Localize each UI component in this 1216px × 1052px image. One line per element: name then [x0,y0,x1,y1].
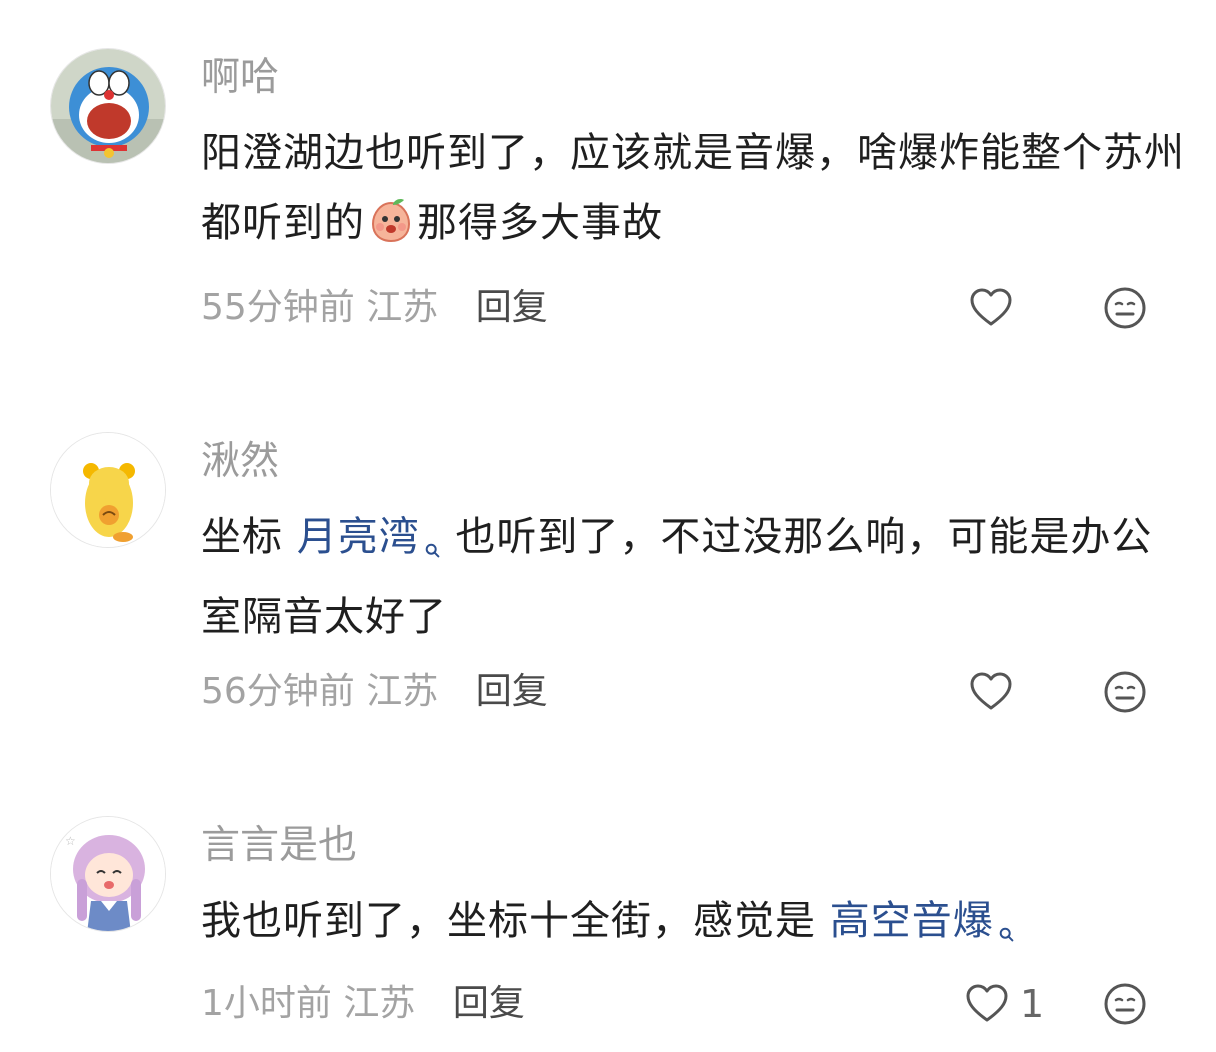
reply-button[interactable]: 回复 [453,983,525,1024]
neutral-face-icon[interactable] [1101,284,1149,332]
svg-text:☆: ☆ [65,834,76,848]
comment-text-part: 坐标 [201,514,297,560]
yellow-duck-avatar[interactable] [50,432,166,548]
comment-text: 我也听到了，坐标十全街，感觉是 高空音爆 [201,886,1191,966]
comment-meta: 55分钟前 江苏 回复 [201,284,548,332]
comment-text-part: 我也听到了，坐标十全街，感觉是 [201,898,830,944]
topic-link[interactable]: 月亮湾 [297,514,442,560]
heart-outline-icon[interactable] [963,980,1011,1028]
reply-button[interactable]: 回复 [476,287,548,328]
location: 江苏 [366,287,439,328]
neutral-face-icon[interactable] [1101,668,1149,716]
anime-girl-avatar[interactable]: ☆ [50,816,166,932]
neutral-face-icon[interactable] [1101,980,1149,1028]
comment-list: 啊哈 阳澄湖边也听到了，应该就是音爆，啥爆炸能整个苏州都听到的 那得多大事故 55… [0,0,1216,1052]
reply-button[interactable]: 回复 [476,671,548,712]
comment-text: 坐标 月亮湾 也听到了，不过没那么响，可能是办公室隔音太好了 [201,502,1191,652]
like-count: 1 [1020,982,1045,1026]
username[interactable]: 湫然 [201,438,279,486]
username[interactable]: 啊哈 [201,54,279,102]
comment-meta: 1小时前 江苏 回复 [201,980,525,1028]
comment-text-part: 阳澄湖边也听到了，应该就是音爆，啥爆炸能整个苏州都听到的 [201,130,1185,246]
location: 江苏 [366,671,439,712]
heart-outline-icon[interactable] [967,668,1015,716]
heart-outline-icon[interactable] [967,284,1015,332]
doraemon-avatar[interactable] [50,48,166,164]
topic-link-label[interactable]: 高空音爆 [830,898,994,944]
timestamp: 55分钟前 [201,287,355,328]
search-icon[interactable] [424,512,442,582]
topic-link[interactable]: 高空音爆 [830,898,1016,944]
username[interactable]: 言言是也 [201,822,357,870]
timestamp: 56分钟前 [201,671,355,712]
comment-text-part: 那得多大事故 [417,200,663,246]
peach-blush-emoji-icon [367,197,415,245]
search-icon[interactable] [998,896,1016,966]
timestamp: 1小时前 [201,983,332,1024]
comment-text: 阳澄湖边也听到了，应该就是音爆，啥爆炸能整个苏州都听到的 那得多大事故 [201,118,1191,258]
topic-link-label[interactable]: 月亮湾 [297,514,420,560]
comment-meta: 56分钟前 江苏 回复 [201,668,548,716]
location: 江苏 [343,983,416,1024]
